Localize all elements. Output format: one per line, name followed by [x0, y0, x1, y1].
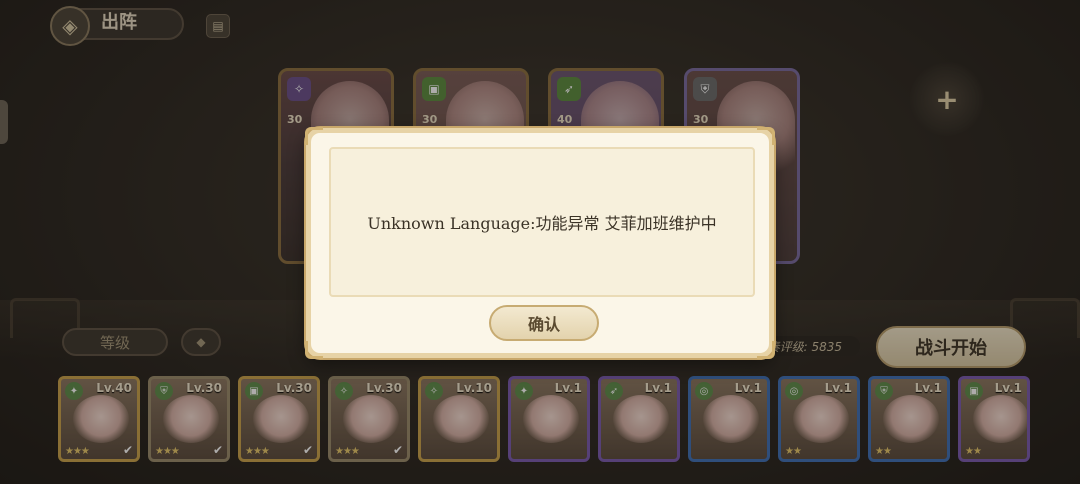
dialog-corner-ornament: [757, 127, 775, 145]
dialog-corner-ornament: [305, 341, 323, 359]
error-dialog: Unknown Language:功能异常 艾菲加班维护中 确认: [305, 127, 775, 359]
dialog-message-box: Unknown Language:功能异常 艾菲加班维护中: [329, 147, 755, 297]
confirm-button[interactable]: 确认: [489, 305, 599, 341]
dialog-corner-ornament: [305, 127, 323, 145]
dialog-message: Unknown Language:功能异常 艾菲加班维护中: [367, 214, 717, 233]
dialog-corner-ornament: [757, 341, 775, 359]
